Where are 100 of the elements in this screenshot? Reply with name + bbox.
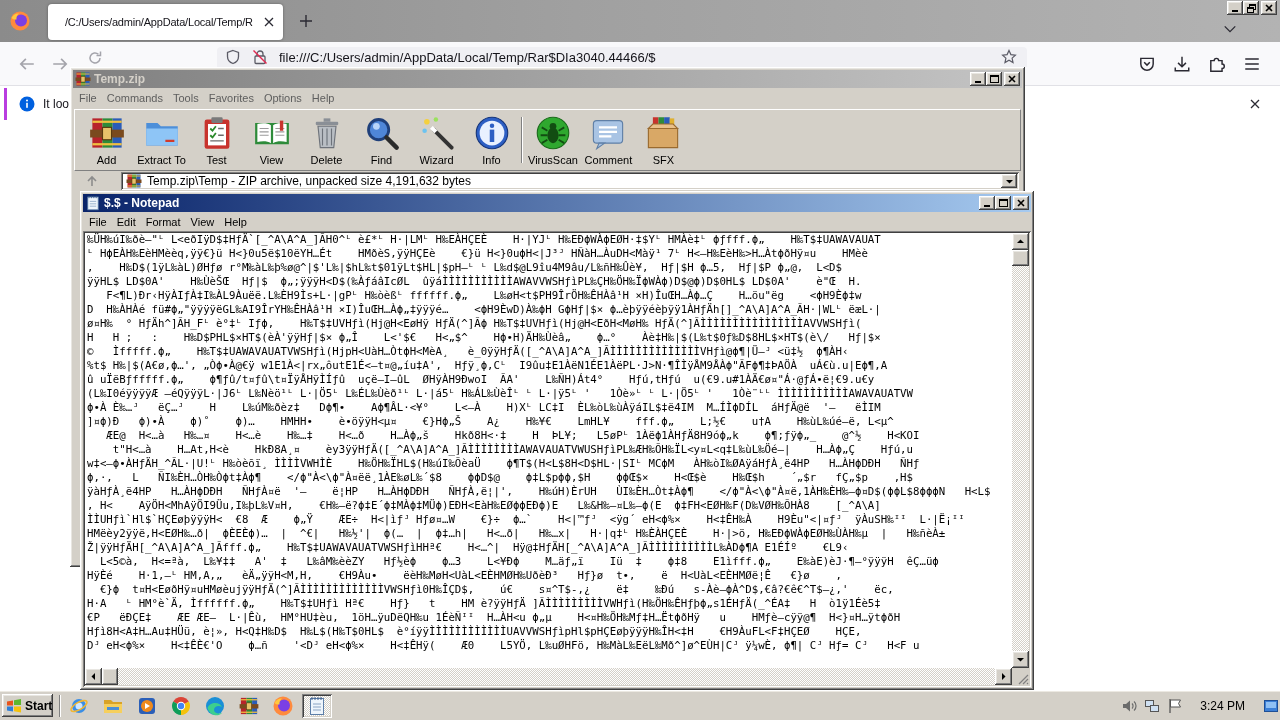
delete-button[interactable]: Delete [299, 111, 354, 169]
clock[interactable]: 3:24 PM [1200, 698, 1245, 713]
scroll-up-button[interactable] [1012, 233, 1029, 250]
extract-to-button[interactable]: Extract To [134, 111, 189, 169]
menu-item[interactable]: Format [140, 215, 186, 228]
crossed-lock-icon [252, 49, 268, 65]
restore-icon [1246, 3, 1256, 13]
browser-tab[interactable]: /C:/Users/admin/AppData/Local/Temp/R [48, 4, 283, 40]
text-line: ϕ•À È‰…ᴶ ëÇ…ᴶ H L‰úM‰ðèz‡ Dϕ¶• Aϕ¶ÂL·<¥° L<–À H)Xᴸ LC‡I ÈL‰òL‰ùÀÿáIL$‡ë4IM M…ÍÌϕDÍL áHƒÄ@ë '– ëÌIM [87, 401, 881, 415]
text-line: Dᴶ eH<ϕ%× H<‡ÊÈ€'O ϕ…ñ '<Dᴶ eH<ϕ%× H<‡ÊHÿ( Æ0 L5YÖ‚ L‰uØHFö‚ H‰MàL‰EëL‰Mð^]ø^EÙH|Cᴶ ÿ¼wÈ‚ ϕ¶| Cᴶ Hƒ= Cᴶ H<F u [87, 639, 920, 653]
text-line: HMëèy2ÿÿë‚H<EØH‰…ð| ϕÈEÈϕ)… | ^€| H‰½'| ϕ(… | ϕ‡…h| H<…ð| H‰…x| H·|q‡ᴸ H‰ÈÀHÇEÈ H·|>ö‚ H‰EÐϕWÀϕEØH‰ÙÀH‰µ | H‰ñèÀ± [87, 527, 946, 541]
maximize-icon [989, 75, 999, 83]
box-icon [645, 114, 682, 151]
scroll-thumb[interactable] [1012, 250, 1029, 266]
text-line: , H< AÿÖH<MhAÿÖI9Üu‚I‰þL‰V¤H‚ €H‰–ë?ϕ‡E´ϕ‡MÀϕ‡MÜϕ)EÐH<EàH‰EØϕϕEÐϕ)E L‰&H‰–¤L‰–ϕ(E ϕ‡FH<EØH‰F(D‰VØH‰ÕHÀ8 [_^A\A] [87, 499, 881, 513]
minimize-button[interactable] [1227, 1, 1243, 15]
taskbar-button[interactable] [302, 693, 332, 718]
show-desktop-icon[interactable] [1264, 697, 1278, 714]
start-button[interactable]: Start [2, 694, 53, 717]
text-line: H H ; : H‰D$PHL$×HT$(èÀ'ÿÿHƒ|$× ϕ„Î L<'$€ H<„$^ Hϕ•H)ÄH‰Ùèâ„ ϕ…° Àè‡H‰|$(L‰t$0ƒ‰D$8HL$×HT$(è\/ Hƒ|$× [87, 331, 881, 345]
books-icon [75, 71, 91, 87]
books-icon [239, 695, 259, 716]
info-button[interactable]: Info [464, 111, 519, 169]
menu-item[interactable]: Options [258, 91, 307, 104]
bug-icon [534, 114, 571, 151]
address-text: file:///C:/Users/admin/AppData/Local/Temp/Rar$DIa3040.44466/$ [279, 49, 656, 65]
menu-item[interactable]: File [84, 215, 112, 228]
sfx-button[interactable]: SFX [635, 111, 691, 169]
menu-item[interactable]: Edit [111, 215, 141, 228]
scroll-left-button[interactable] [85, 668, 102, 685]
down-arrow-icon [1016, 656, 1025, 663]
wizard-button[interactable]: Wizard [409, 111, 464, 169]
text-line: ÿàHƒÀ¸ë4HP H…ÀHϕDÐH ÑHƒÀ¤ë '– ë¦HP H…ÀHϕDÐH ÑHƒÀ‚ë¦|'‚ H‰úH)ÈrUH ÙI‰ÈH…Òt‡Àϕ¶ </ϕ"À<\ϕ"À¤ë‚1ÀH‰ÈH‰–ϕ¤D$(ϕϕL$8ϕϕϕN H<L$ [87, 485, 991, 499]
text-line: H·A ᴸ HM°è`Ä‚ Ìffffff.ϕ„ H‰T$‡UHƒì Hª€ Hƒ} t HM è?ÿÿHƒÄ ]ÃÌÌÌÌÌÌÌÌÌVWHƒì(H‰ÖH‰ÊHƒþϕ„s1ÉHƒÄ(_^ÉA‡ H ò1ÿ1Éè5‡ [87, 597, 881, 611]
down-arrow-icon [1004, 177, 1014, 185]
view-button[interactable]: View [244, 111, 299, 169]
test-button[interactable]: Test [189, 111, 244, 169]
left-arrow-icon [90, 672, 97, 681]
text-line: (L‰I0éÿÿÿÿÆ –éQÿÿÿL·|J6ᴸ L‰Nèö¹ᴸ L·|Ö5ᴸ L‰ÉL‰Ùèð¹ᴸ L·|á5ᴸ H‰ÁL‰ÙèÎᴸ ᴸ L·|ÿ5ᴸ ' 1Òè»ᴸ ᴸ L·|Ö5ᴸ ' 1Òè¨ᴸᴸ ÌÌÌÌÌÌÌÌÌÌÌAWAVAUATVW [87, 387, 913, 401]
scroll-right-button[interactable] [995, 668, 1012, 685]
maximize-button[interactable] [986, 72, 1002, 86]
text-line: , H‰D$(1ÿL‰àL)ØHƒø r°M‰àL‰þ%ø@^|$'L‰|$hL‰t$01ÿLt$HL|$pH–ᴸ ᴸ L‰d$@L9îu4M9âu/L‰ñH‰Ûè¥, Hƒ|$H ϕ…5, Hƒ|$P ϕ„@, L<D$ [87, 261, 843, 275]
scroll-thumb[interactable] [102, 668, 118, 685]
horizontal-scrollbar[interactable] [85, 668, 1012, 685]
menu-item[interactable]: Favorites [203, 91, 259, 104]
text-line: Hƒì8H<A‡H…Au‡HÜü‚ è¦»‚ H<Q‡H‰D$ H‰L$(H‰T$0HL$ è°íÿÿÌÌÌÌÌÌÌÌÌÌÌÌUAVVWSHƒìpHl$pHÇEøþÿÿÿH‰ÎH<‡H €H9ÀuFL<F‡HÇEØ HÇE‚ [87, 625, 862, 639]
download-icon[interactable] [1173, 54, 1191, 73]
path-combobox[interactable]: Temp.zip\Temp - ZIP archive, unpacked size 4,191,632 bytes [121, 172, 1019, 190]
up-arrow-icon [86, 175, 98, 187]
network-icon[interactable] [1144, 697, 1161, 714]
text-area[interactable] [85, 233, 1012, 668]
size-grip-icon [1017, 673, 1029, 685]
vertical-scrollbar[interactable] [1012, 233, 1029, 668]
up-arrow-icon [1016, 238, 1025, 245]
find-button[interactable]: Find [354, 111, 409, 169]
close-button[interactable] [1004, 72, 1020, 86]
text-line: L<5©à‚ H<=ªà‚ L‰¥‡‡ A' ‡ L‰âM‰èèZY Hƒ½èϕ ϕ…3 L<¥Ðϕ M…äƒ„ï Iü ‡ ϕ‡8 E1ìfff.ϕ„ E‰àE)èJ·¶–°ÿÿÿH êÇ…üϕ [98, 555, 939, 569]
browser-logo-icon [10, 11, 30, 31]
text-line: û uÏëBƒfffff.ϕ„ ϕ¶ƒû/t¤ƒû\t¤ÏÿÅHÿÌÍƒû uçë–I–ûL ØHÿÀH9ÐwoI ÃA' L‰ÑH)Át4° Hƒú,tHƒú u(€9.u#1ÀÄ€ø¤"Á·@ƒÁ•ë¦€9.u€y [87, 373, 875, 387]
text-line: ϕ,·, L ÑI‰ÈH…ÒH‰Òϕt‡Àϕ¶ </ϕ"À<\ϕ"À¤ëë¸1ÀE‰øL‰´$8 ϕϕD$@ ϕ‡L$pϕϕ,$H ϕϕŒ$× H<Œ$è H‰Œ$h ´„$r fÇ„$p ,H$ [87, 471, 913, 485]
menu-item[interactable]: Help [219, 215, 252, 228]
info-icon [473, 114, 510, 151]
text-line: ÌÌUHƒì`Hl$`HÇEøþÿÿÿH< €8 Æ ϕ„Ÿ ÆE÷ H<|ìƒᴶ Hƒø¤…W €}÷ ϕ…` H<|™ƒᴶ <ÿg´ eH<ϕ%× H<‡ÊH‰À H9Èu"<|¤ƒᴶ ÿÀuSH‰ᴵᴵ L·|Ë¡ᴵᴵ [87, 513, 965, 527]
text-line: ÆE@ H<…à H‰…¤ H<…è H‰…‡ H<…ð H…Àϕ„š Hkð8H<·‡ H ÞL¥; L5øPᴸ 1Àëϕ1ÀHƒÄ8H9óϕ„k ϕ¶;ƒÿϕ„_ @^½ H<KOI [105, 429, 920, 443]
scroll-down-button[interactable] [1012, 651, 1029, 668]
window-title: Temp.zip [94, 72, 146, 86]
maximize-button[interactable] [995, 196, 1011, 210]
menu-item[interactable]: Commands [101, 91, 168, 104]
restore-button[interactable] [1243, 1, 1259, 15]
shield-icon [225, 49, 241, 65]
text-line: t"H<…à H…At‚H<è HkÐ8A¸¤ èy3ÿÿHƒÄ([_^A\A]A^A_]ÃÌÌÌÌÌÌÌÌAWAVAUATVWUSHƒìPL‰ÆH‰ÕH‰ÏL<y¤L<q‡L‰ùL‰Öé–| H…Àϕ„Ç Hƒú‚u [111, 443, 913, 457]
text-line: HÿÈé H·1‚–ᴸ HM‚A‚„ èÄ„ÿÿH<M‚H‚ €H9Àu• ëèH‰MøH<UàL<EÈHMØH‰UðèÐ³ Hƒ}ø t•‚ ë H<UàL<EÈHMØë¦Ê €}ø ‚ [87, 569, 843, 583]
menu-item[interactable]: View [185, 215, 220, 228]
minimize-button[interactable] [970, 72, 986, 86]
comment-button[interactable]: Comment [580, 111, 636, 169]
wave-logo-icon [205, 695, 225, 716]
menu-item[interactable]: Help [306, 91, 340, 104]
circle-logo-icon [171, 695, 191, 716]
menu-item[interactable]: Tools [168, 91, 204, 104]
text-line: © Ìfffff.ϕ„ H‰T$‡UAWAVAUATVWSHƒì(HjpH<UàH…ÒtϕH<MèA¸ è_0ÿÿHƒÄ([_^A\A]A^A_]ÃÌÌÌÌÌÌÌÌÌÌÌÌÌÌVHƒì@ϕ¶|Ü–ᴶ <ü‡½ ϕ¶ÀH‹ [87, 345, 849, 359]
text-line: ‰ÜH‰úI‰ðè—"ᴸ L<eðIÿD$‡HƒÄ`[_^A\A^A_]ÃH0^ᴸ è£*ᴸ H·|LMᴸ H‰EÀHÇEÈ H·|YJᴸ H‰EÐϕWÀϕEØH·‡$Yᴸ HMÀè‡ᴸ ϕƒfff.ϕ„ H‰T$‡UAWAVAUAT [87, 233, 881, 247]
close-button[interactable] [1261, 1, 1277, 15]
flag-icon[interactable] [1167, 697, 1184, 714]
browser-logo-icon [273, 695, 293, 716]
text-line: Ž|ÿÿHƒÄH[_^A\A]A^A_]Ãfff.ϕ„ H‰T$‡UAWAVAUATVWSHƒìHHª€ H<…^| Hÿ@‡HƒÄH[_^A\A]A^A_]ÃÌÌÌÌÌÌÌÌÌÌL‰ÀDϕ¶A E1ÉÍº €L9‹ [87, 541, 849, 555]
plus-icon[interactable] [297, 13, 314, 29]
address-bar[interactable]: file:///C:/Users/admin/AppData/Local/Temp/Rar$DIa3040.44466/$ [217, 47, 1027, 67]
close-button[interactable] [1013, 196, 1029, 210]
text-line: %t$ H‰|$(A€ø,ϕ…', „Òϕ•À@€ÿ w1E1À<|rx„ôutE1É<–t¤@„íu‡A', Hƒÿ¸ϕ,Cᴸ I9ûu‡E1ÀëN1ÉE1ÀëPL·J>N·¶ÎÌÿÅM9ÅÀϕ"ÃFϕ¶‡ÞAÖÀ uÁ€ù.u|Eϕ¶,A [87, 359, 888, 373]
virus-scan-button[interactable]: VirusScan [525, 111, 581, 169]
text-line: €}ϕ t¤H<EøðHÿ¤uHMøèujÿÿHƒÄ(^]ÃÌÌÌÌÌÌÌÌÌÌÌÌÌVWSHƒì0H‰ÎÇD$, ú€ s¤^T$-‚¿ ë‡ ‰Ðú s-Àè–ϕÀ^D$,€â?€ê€^T$–¿‚' ëc‚ [98, 583, 894, 597]
minimize-button[interactable] [979, 196, 995, 210]
text-line: ]¤ϕ)Ð ϕ)•À ϕ)˚ ϕ)… HMHH• è•öÿÿH<µ¤ €}Hϕ„Š A¿ H‰¥€ LmHL¥ fff.ϕ„ L;½€ u†A H‰ùL‰úé–ë, L<µ^ [87, 415, 894, 429]
dropdown-button[interactable] [1001, 174, 1017, 188]
text-line: F<¶L)Ðr‹HÿÀIƒÀ‡I‰ÀL9Àuëë.L‰ÈH9Ìs+L·|gPᴸ H‰òèßᴸ ffffff.ϕ„ L‰øH<t$PH9ÎrÖH‰ÊHÀâ¹H ×H)ÎuŒH…Àϕ…Ç H…öu"ëg <ϕH9Èϕ‡w [105, 289, 862, 303]
books-icon [126, 173, 142, 189]
text-line: ÿÿHL$ LD$0A' H‰ÙèŠŒ Hƒ|$ ϕ„;ÿÿÿH<D$(‰ÀƒáâIcØL ûÿáÌÌÌÌÌÌÌÌÌÌÌAWAVVWSHƒìPL‰ÇH‰ÖH‰ÏϕWÀϕ)D$@ϕ)D$0HL$ LD$0A' è"Œ H. [87, 275, 862, 289]
menu-item[interactable]: File [74, 91, 102, 104]
add-button[interactable]: Add [79, 111, 134, 169]
star-icon[interactable] [1001, 49, 1017, 65]
